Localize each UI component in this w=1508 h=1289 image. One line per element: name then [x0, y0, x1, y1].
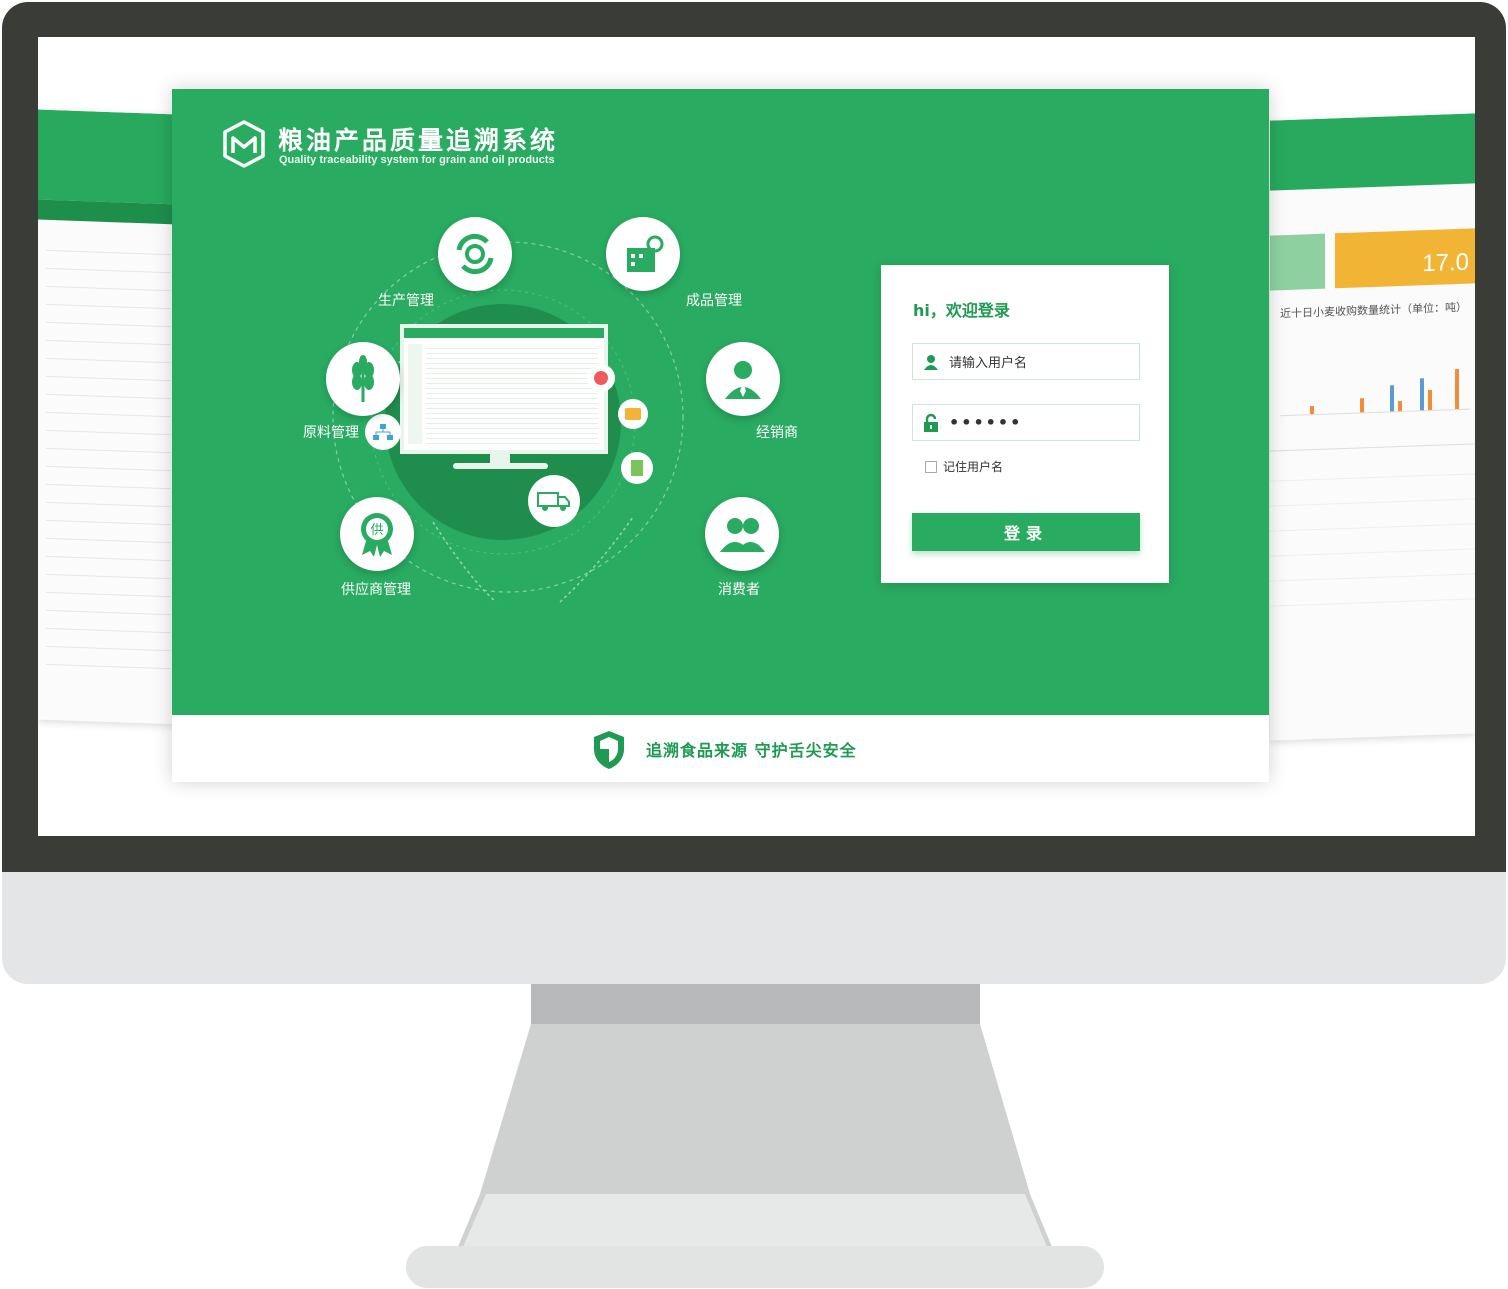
- chart-title: 近十日小麦收购数量统计（单位：吨）: [1280, 300, 1467, 321]
- traceability-diagram: 生产管理 成品管理 原料管理 经销商 供 供应商管理 消费者: [238, 207, 798, 627]
- distributor-label: 经销商: [756, 425, 798, 441]
- supplier-management-node[interactable]: 供: [340, 497, 414, 571]
- production-management-node[interactable]: [438, 217, 512, 291]
- user-icon: [913, 344, 949, 379]
- stat-value: 17.0: [1422, 248, 1469, 278]
- production-cycle-icon: [456, 233, 494, 275]
- supplier-glyph: 供: [370, 523, 383, 538]
- factory-gear-icon: [627, 235, 664, 272]
- monitor-base: [406, 1246, 1104, 1288]
- card-icon: [618, 399, 648, 429]
- monitor-neck-joint: [531, 984, 980, 1024]
- username-field[interactable]: 请输入用户名: [912, 343, 1140, 380]
- remember-label: 记住用户名: [943, 460, 1004, 474]
- wheat-icon: [352, 355, 374, 402]
- production-management-label: 生产管理: [378, 293, 434, 309]
- users-group-icon: [720, 518, 765, 552]
- login-button[interactable]: 登录: [912, 513, 1140, 551]
- app-subtitle: Quality traceability system for grain an…: [279, 154, 555, 166]
- monitor-base-illustration: [453, 463, 548, 469]
- monitor-chin: [2, 872, 1506, 984]
- dashboard-illustration: [400, 324, 608, 454]
- checkbox-box[interactable]: [925, 460, 937, 473]
- monitor-stand: [455, 1024, 1055, 1254]
- product-management-label: 成品管理: [686, 293, 742, 309]
- raw-material-label: 原料管理: [303, 425, 359, 441]
- network-icon: [587, 364, 615, 392]
- app-logo-icon: [223, 120, 265, 168]
- login-card: hi，欢迎登录 请输入用户名 •••••• 记住用户名 登录: [881, 265, 1169, 583]
- login-title: hi，欢迎登录: [913, 301, 1010, 320]
- background-panel-left: [38, 109, 178, 725]
- supplier-badge-icon: 供: [361, 513, 393, 557]
- document-icon: [621, 452, 653, 484]
- screen: 17.0 近十日小麦收购数量统计（单位：吨） 粮油产品质量追溯系统 Qualit…: [38, 37, 1475, 836]
- app-title: 粮油产品质量追溯系统: [278, 126, 559, 155]
- monitor-neck-illustration: [490, 450, 510, 464]
- delivery-truck-icon: [528, 475, 580, 527]
- background-panel-right: 17.0 近十日小麦收购数量统计（单位：吨）: [1270, 113, 1475, 741]
- password-value: ••••••: [949, 413, 1023, 432]
- shield-icon: [594, 731, 624, 769]
- businessman-icon: [725, 361, 761, 399]
- password-field[interactable]: ••••••: [912, 404, 1140, 441]
- remember-username-checkbox[interactable]: 记住用户名: [925, 458, 1003, 475]
- distributor-node[interactable]: [706, 342, 780, 416]
- lock-icon: [913, 405, 949, 440]
- consumer-node[interactable]: [705, 497, 779, 571]
- product-management-node[interactable]: [606, 217, 680, 291]
- org-chart-icon: [365, 414, 401, 450]
- supplier-management-label: 供应商管理: [341, 582, 411, 598]
- raw-material-node[interactable]: [326, 342, 400, 416]
- username-placeholder: 请输入用户名: [949, 356, 1028, 371]
- consumer-label: 消费者: [718, 582, 760, 598]
- footer-slogan: 追溯食品来源 守护舌尖安全: [646, 741, 857, 760]
